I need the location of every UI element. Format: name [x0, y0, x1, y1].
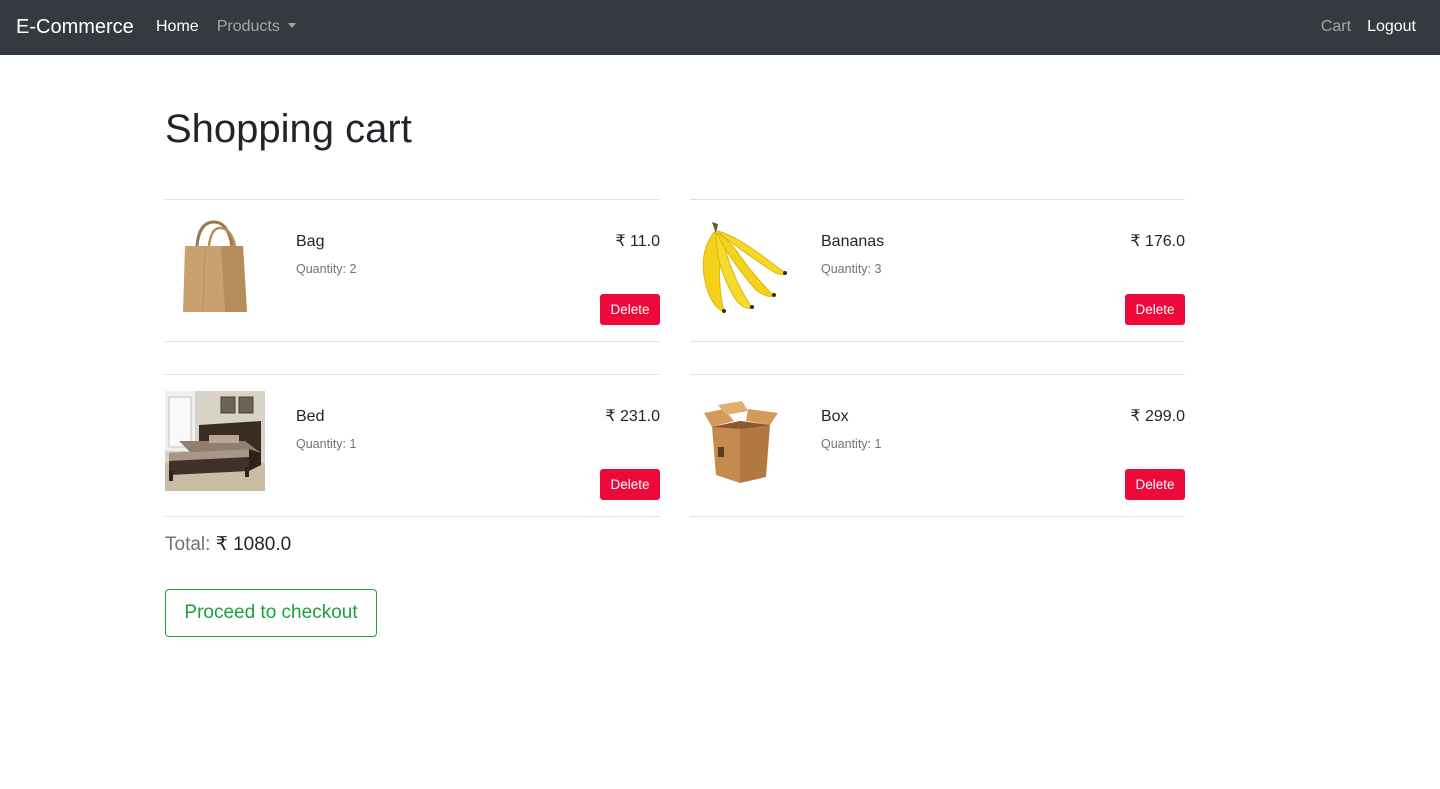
total-value: ₹ 1080.0: [215, 534, 292, 555]
item-name: Bananas: [821, 233, 885, 250]
item-name: Box: [821, 408, 849, 425]
item-quantity: Quantity: 2: [296, 262, 357, 276]
nav-products-dropdown[interactable]: Products: [217, 17, 296, 37]
bananas-icon: [690, 216, 790, 316]
checkout-button[interactable]: Proceed to checkout: [165, 589, 377, 637]
chevron-down-icon: [287, 23, 296, 28]
delete-button[interactable]: Delete: [600, 469, 660, 500]
brand-link[interactable]: E-Commerce: [16, 15, 134, 39]
delete-button[interactable]: Delete: [600, 294, 660, 325]
bed-icon: [165, 391, 265, 491]
cart-item: Bananas Quantity: 3 ₹ 176.0 Delete: [690, 199, 1185, 342]
page-title: Shopping cart: [165, 107, 412, 151]
cart-item: Bag Quantity: 2 ₹ 11.0 Delete: [165, 199, 660, 342]
nav-products-label: Products: [216, 18, 280, 35]
item-price: ₹ 231.0: [605, 408, 660, 425]
nav-logout-link[interactable]: Logout: [1367, 17, 1416, 37]
item-quantity: Quantity: 1: [296, 437, 357, 451]
cart-total: Total: ₹ 1080.0: [165, 534, 291, 556]
delete-button[interactable]: Delete: [1125, 469, 1185, 500]
item-name: Bag: [296, 233, 325, 250]
paper-bag-icon: [165, 216, 265, 316]
item-name: Bed: [296, 408, 325, 425]
total-label: Total:: [165, 534, 211, 555]
item-price: ₹ 299.0: [1130, 408, 1185, 425]
nav-right-links: Cart Logout: [1321, 17, 1416, 37]
nav-left-links: Home Products: [156, 17, 296, 37]
cart-item: Box Quantity: 1 ₹ 299.0 Delete: [690, 374, 1185, 517]
delete-button[interactable]: Delete: [1125, 294, 1185, 325]
cardboard-box-icon: [690, 391, 790, 491]
item-quantity: Quantity: 1: [821, 437, 882, 451]
item-quantity: Quantity: 3: [821, 262, 882, 276]
top-navbar: E-Commerce Home Products Cart Logout: [0, 0, 1440, 55]
item-price: ₹ 11.0: [615, 233, 660, 250]
nav-home-link[interactable]: Home: [156, 17, 199, 37]
nav-cart-link[interactable]: Cart: [1321, 17, 1351, 37]
item-price: ₹ 176.0: [1130, 233, 1185, 250]
cart-item: Bed Quantity: 1 ₹ 231.0 Delete: [165, 374, 660, 517]
